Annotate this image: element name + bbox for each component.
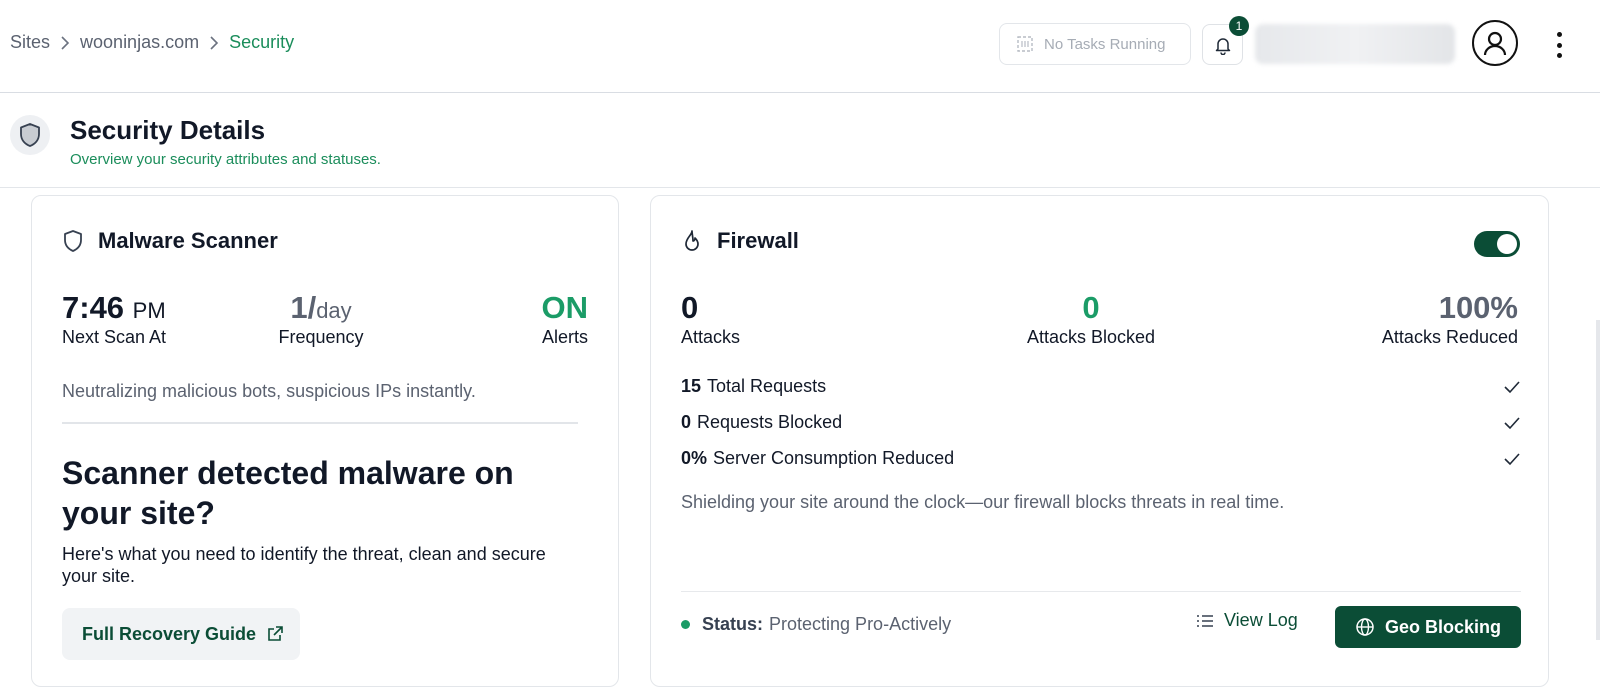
firewall-toggle[interactable] [1474,231,1520,257]
alerts-label: Alerts [541,327,588,348]
page-header: Security Details Overview your security … [0,93,1600,188]
view-log-button[interactable]: View Log [1196,610,1298,631]
divider [62,422,578,424]
requests-blocked-label: Requests Blocked [697,412,843,432]
guide-button-label: Full Recovery Guide [82,623,257,644]
alerts-stat: ON Alerts [541,290,589,348]
server-consumption-row: 0% Server Consumption Reduced [681,448,1521,469]
tasks-label: No Tasks Running [1044,35,1166,53]
breadcrumb: Sites wooninjas.com Security [10,32,294,53]
firewall-card: Firewall 0 Attacks 0 Attacks Blocked 100… [650,195,1549,687]
chevron-right-icon [60,35,70,50]
breadcrumb-current: Security [229,32,295,52]
attacks-reduced-value: 100% [1438,290,1518,325]
tasks-icon [1016,35,1034,53]
shield-outline-icon [62,229,84,253]
frequency-label: Frequency [278,327,364,348]
firewall-status: Status: Protecting Pro-Actively [681,614,951,635]
account-info-blurred [1255,24,1455,64]
attacks-blocked-stat: 0 Attacks Blocked [1011,290,1171,348]
user-icon [1480,28,1510,58]
bell-icon [1213,35,1233,55]
malware-help-text: Here's what you need to identify the thr… [62,544,546,586]
firewall-description: Shielding your site around the clock—our… [681,492,1285,512]
malware-question-heading: Scanner detected malware on your site? [62,455,514,531]
status-value: Protecting Pro-Actively [769,614,952,634]
flame-icon [681,229,703,253]
firewall-card-title: Firewall [717,228,799,253]
total-requests-label: Total Requests [707,376,827,396]
globe-icon [1355,617,1375,637]
notification-badge: 1 [1229,16,1249,36]
top-bar: Sites wooninjas.com Security No Tasks Ru… [0,0,1600,93]
attacks-blocked-label: Attacks Blocked [1026,327,1156,348]
breadcrumb-sites[interactable]: Sites [10,32,50,53]
attacks-reduced-label: Attacks Reduced [1381,327,1518,348]
external-link-icon [266,625,284,643]
next-scan-label: Next Scan At [62,327,167,348]
geo-blocking-button[interactable]: Geo Blocking [1335,606,1521,648]
user-avatar[interactable] [1472,20,1518,66]
scrollbar[interactable] [1596,320,1600,640]
server-consumption-label: Server Consumption Reduced [713,448,955,468]
geo-blocking-label: Geo Blocking [1384,616,1501,637]
chevron-right-icon [209,35,219,50]
malware-card-title: Malware Scanner [98,228,278,253]
full-recovery-guide-button[interactable]: Full Recovery Guide [62,608,300,660]
page-subtitle: Overview your security attributes and st… [70,151,381,168]
attacks-reduced-stat: 100% Attacks Reduced [1381,290,1518,348]
malware-description: Neutralizing malicious bots, suspicious … [62,381,476,401]
breadcrumb-site[interactable]: wooninjas.com [80,32,199,53]
attacks-stat: 0 Attacks [681,290,741,348]
status-label: Status: [702,614,764,634]
malware-card-header: Malware Scanner [62,228,278,254]
more-menu-icon[interactable] [1548,30,1570,60]
divider [681,591,1521,592]
check-icon [1503,380,1521,394]
requests-blocked-value: 0 [681,412,692,432]
status-dot-icon [681,620,690,629]
attacks-blocked-value: 0 [1082,290,1100,325]
alerts-value: ON [541,290,589,325]
next-scan-ampm: PM [132,298,166,323]
total-requests-value: 15 [681,376,702,396]
attacks-value: 0 [681,290,699,325]
attacks-label: Attacks [681,327,741,348]
frequency-unit: day [316,298,352,323]
firewall-card-header: Firewall [681,228,799,254]
malware-scanner-card: Malware Scanner 7:46 PM Next Scan At 1/d… [31,195,619,687]
check-icon [1503,452,1521,466]
server-consumption-value: 0% [681,448,708,468]
page-title: Security Details [70,115,266,145]
total-requests-row: 15 Total Requests [681,376,1521,397]
list-icon [1196,613,1214,629]
next-scan-stat: 7:46 PM Next Scan At [62,290,167,348]
next-scan-time: 7:46 [62,290,125,325]
tasks-status[interactable]: No Tasks Running [999,23,1191,65]
requests-blocked-row: 0 Requests Blocked [681,412,1521,433]
frequency-value: 1/ [290,290,317,325]
view-log-label: View Log [1224,610,1298,630]
frequency-stat: 1/day Frequency [266,290,376,348]
check-icon [1503,416,1521,430]
shield-icon [10,115,50,155]
